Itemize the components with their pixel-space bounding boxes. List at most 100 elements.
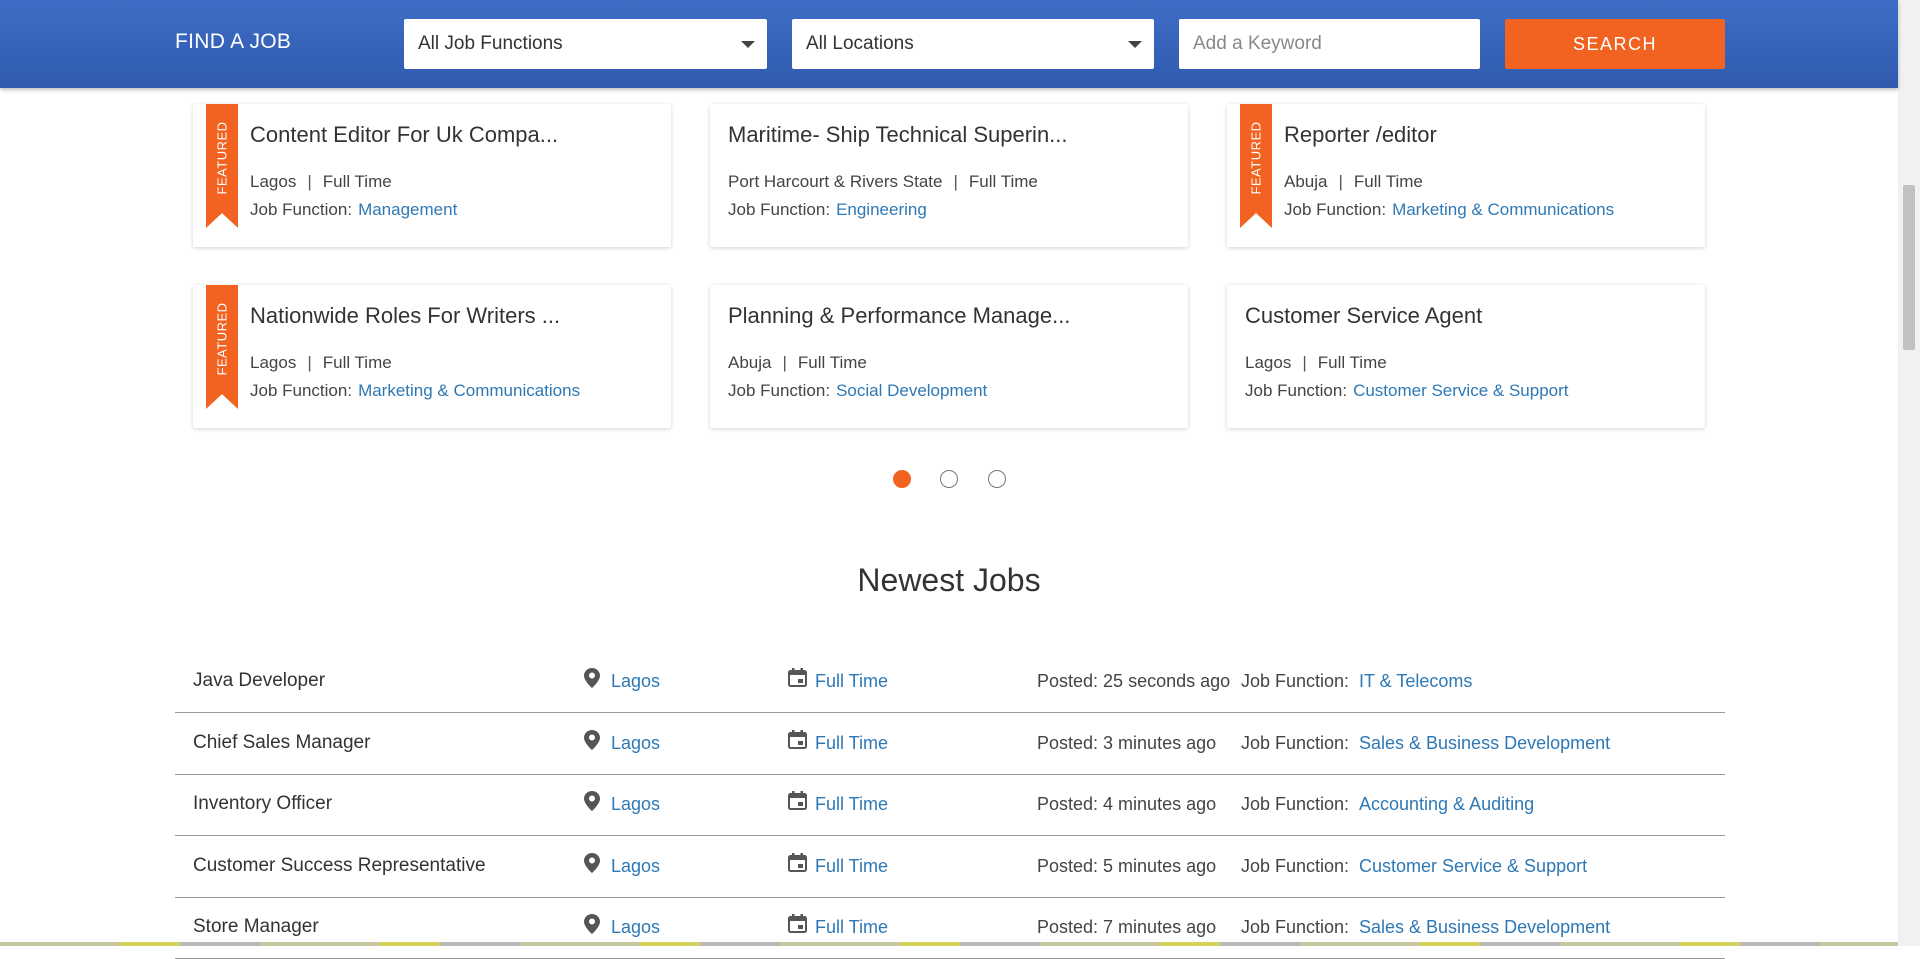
job-location-link[interactable]: Lagos bbox=[611, 917, 660, 938]
caret-down-icon bbox=[1128, 41, 1142, 48]
job-meta: Lagos | Full Time bbox=[250, 353, 392, 373]
job-function-link[interactable]: Sales & Business Development bbox=[1359, 733, 1610, 754]
keyword-input[interactable] bbox=[1179, 19, 1480, 69]
featured-job-card[interactable]: FEATURED Content Editor For Uk Compa... La… bbox=[193, 104, 671, 247]
job-function-label: Job Function: bbox=[1284, 200, 1387, 219]
featured-job-card[interactable]: Maritime- Ship Technical Superin... Port … bbox=[710, 104, 1188, 247]
job-row[interactable]: Inventory Officer Lagos Full Time Posted: 4… bbox=[175, 775, 1725, 836]
job-function: Job Function: Marketing & Communications bbox=[1284, 200, 1614, 220]
job-title-link[interactable]: Inventory Officer bbox=[193, 793, 332, 815]
job-meta: Abuja | Full Time bbox=[1284, 172, 1423, 192]
job-row[interactable]: Customer Success Representative Lagos Full… bbox=[175, 837, 1725, 898]
top-search-bar: FIND A JOB All Job Functions All Locatio… bbox=[0, 0, 1898, 88]
job-function-link[interactable]: Management bbox=[358, 200, 457, 219]
meta-separator: | bbox=[1338, 172, 1343, 191]
map-pin-icon bbox=[584, 852, 600, 878]
location-select[interactable]: All Locations bbox=[792, 19, 1154, 69]
job-type-link[interactable]: Full Time bbox=[815, 856, 888, 877]
bottom-strip bbox=[0, 942, 1898, 946]
featured-ribbon: FEATURED bbox=[1240, 104, 1272, 228]
job-title-link[interactable]: Customer Service Agent bbox=[1245, 303, 1482, 329]
map-pin-icon bbox=[584, 791, 600, 816]
posted-time: Posted: 4 minutes ago bbox=[1037, 794, 1217, 814]
job-function-select[interactable]: All Job Functions bbox=[404, 19, 767, 69]
job-meta: Abuja | Full Time bbox=[728, 353, 867, 373]
job-function-label: Job Function: bbox=[1241, 671, 1350, 691]
caret-down-icon bbox=[741, 41, 755, 48]
job-title-link[interactable]: Nationwide Roles For Writers ... bbox=[250, 303, 560, 329]
job-function-label: Job Function: bbox=[1241, 794, 1350, 814]
vertical-scrollbar[interactable] bbox=[1898, 0, 1920, 946]
carousel-dot-3[interactable] bbox=[988, 470, 1006, 488]
map-pin-icon bbox=[584, 914, 600, 939]
job-location: Lagos bbox=[1245, 353, 1292, 372]
job-function-link[interactable]: Social Development bbox=[836, 381, 987, 400]
job-type: Full Time bbox=[968, 172, 1038, 191]
job-type-link[interactable]: Full Time bbox=[815, 671, 888, 692]
meta-separator: | bbox=[953, 172, 958, 191]
job-type-link[interactable]: Full Time bbox=[815, 917, 888, 938]
featured-job-card[interactable]: Customer Service Agent Lagos | Full Time Job… bbox=[1227, 285, 1705, 428]
newest-jobs-title: Newest Jobs bbox=[857, 562, 1041, 598]
job-type-link[interactable]: Full Time bbox=[815, 794, 888, 815]
job-function-link[interactable]: Marketing & Communications bbox=[1392, 200, 1614, 219]
job-function-link[interactable]: Marketing & Communications bbox=[358, 381, 580, 400]
carousel-dot-2[interactable] bbox=[940, 470, 958, 488]
featured-job-card[interactable]: FEATURED Reporter /editor Abuja | Full Time J… bbox=[1227, 104, 1705, 247]
job-row[interactable]: Store Manager Lagos Full Time Posted: 7 min… bbox=[175, 898, 1725, 959]
job-meta: Port Harcourt & Rivers State | Full Time bbox=[728, 172, 1038, 192]
job-function-link[interactable]: Customer Service & Support bbox=[1353, 381, 1568, 400]
job-location-link[interactable]: Lagos bbox=[611, 671, 660, 692]
job-function-label: Job Function: bbox=[250, 381, 353, 400]
location-select-value: All Locations bbox=[806, 33, 914, 54]
job-function-label: Job Function: bbox=[1241, 855, 1350, 876]
job-function-label: Job Function: bbox=[728, 200, 831, 219]
job-type-link[interactable]: Full Time bbox=[815, 733, 888, 754]
job-function-link[interactable]: Engineering bbox=[836, 200, 927, 219]
job-location-link[interactable]: Lagos bbox=[611, 856, 660, 877]
job-type: Full Time bbox=[322, 353, 392, 372]
job-title-link[interactable]: Chief Sales Manager bbox=[193, 732, 370, 754]
job-function: Job Function: Engineering bbox=[728, 200, 927, 220]
job-location: Abuja bbox=[1284, 172, 1328, 191]
job-title-link[interactable]: Java Developer bbox=[193, 670, 325, 692]
featured-label: FEATURED bbox=[214, 121, 230, 195]
job-location: Lagos bbox=[250, 353, 297, 372]
posted-time: Posted: 7 minutes ago bbox=[1037, 917, 1217, 937]
search-button[interactable]: SEARCH bbox=[1505, 19, 1725, 69]
carousel-dot-1[interactable] bbox=[893, 470, 911, 488]
featured-job-card[interactable]: Planning & Performance Manage... Abuja | Fu… bbox=[710, 285, 1188, 428]
job-row[interactable]: Java Developer Lagos Full Time Posted: 25 s… bbox=[175, 652, 1725, 713]
job-function-label: Job Function: bbox=[1245, 381, 1348, 400]
job-title-link[interactable]: Reporter /editor bbox=[1284, 122, 1437, 148]
job-title-link[interactable]: Store Manager bbox=[193, 916, 319, 938]
posted-time: Posted: 5 minutes ago bbox=[1037, 855, 1217, 876]
job-meta: Lagos | Full Time bbox=[1245, 353, 1387, 373]
job-row[interactable]: Chief Sales Manager Lagos Full Time Posted:… bbox=[175, 714, 1725, 775]
job-location: Port Harcourt & Rivers State bbox=[728, 172, 943, 191]
job-function: Job Function: Customer Service & Support bbox=[1245, 381, 1568, 401]
calendar-icon bbox=[788, 791, 807, 815]
job-title-link[interactable]: Customer Success Representative bbox=[193, 855, 486, 877]
find-a-job-heading: FIND A JOB bbox=[175, 30, 292, 53]
scrollbar-thumb[interactable] bbox=[1903, 185, 1915, 350]
meta-separator: | bbox=[307, 353, 312, 372]
job-function-link[interactable]: Customer Service & Support bbox=[1359, 856, 1587, 877]
meta-separator: | bbox=[782, 353, 787, 372]
posted-time: Posted: 25 seconds ago bbox=[1037, 671, 1231, 691]
job-location-link[interactable]: Lagos bbox=[611, 733, 660, 754]
job-function-link[interactable]: IT & Telecoms bbox=[1359, 671, 1472, 692]
job-function-link[interactable]: Sales & Business Development bbox=[1359, 917, 1610, 938]
job-title-link[interactable]: Content Editor For Uk Compa... bbox=[250, 122, 558, 148]
calendar-icon bbox=[788, 914, 807, 938]
job-title-link[interactable]: Maritime- Ship Technical Superin... bbox=[728, 122, 1068, 148]
calendar-icon bbox=[788, 668, 807, 692]
featured-job-card[interactable]: FEATURED Nationwide Roles For Writers ...… bbox=[193, 285, 671, 428]
meta-separator: | bbox=[1302, 353, 1307, 372]
job-type: Full Time bbox=[1353, 172, 1423, 191]
job-location-link[interactable]: Lagos bbox=[611, 794, 660, 815]
job-title-link[interactable]: Planning & Performance Manage... bbox=[728, 303, 1070, 329]
job-location: Abuja bbox=[728, 353, 772, 372]
job-type: Full Time bbox=[1317, 353, 1387, 372]
job-function-link[interactable]: Accounting & Auditing bbox=[1359, 794, 1534, 815]
